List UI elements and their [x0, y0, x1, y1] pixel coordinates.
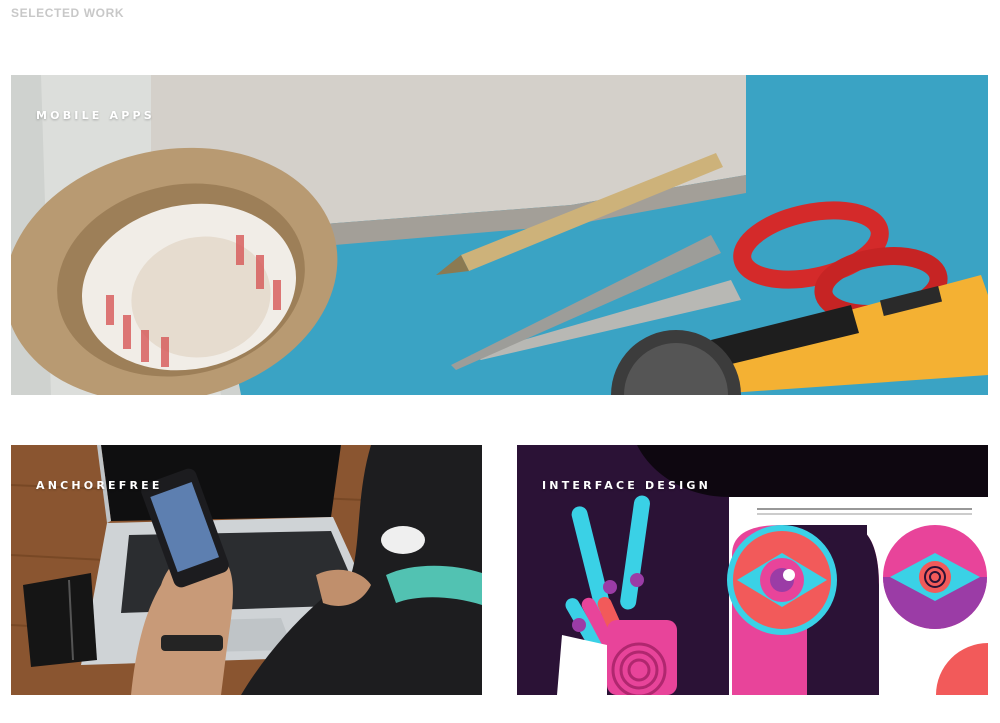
- section-title: SELECTED WORK: [11, 6, 125, 20]
- project-tile-anchorefree[interactable]: ANCHOREFREE: [11, 445, 482, 695]
- project-tile-mobile-apps[interactable]: MOBILE APPS: [11, 75, 988, 395]
- project-label: MOBILE APPS: [36, 109, 155, 122]
- project-tile-interface-design[interactable]: INTERFACE DESIGN: [517, 445, 988, 695]
- project-image-tape-scissors: [11, 75, 988, 395]
- project-label: INTERFACE DESIGN: [542, 479, 712, 492]
- project-label: ANCHOREFREE: [36, 479, 163, 492]
